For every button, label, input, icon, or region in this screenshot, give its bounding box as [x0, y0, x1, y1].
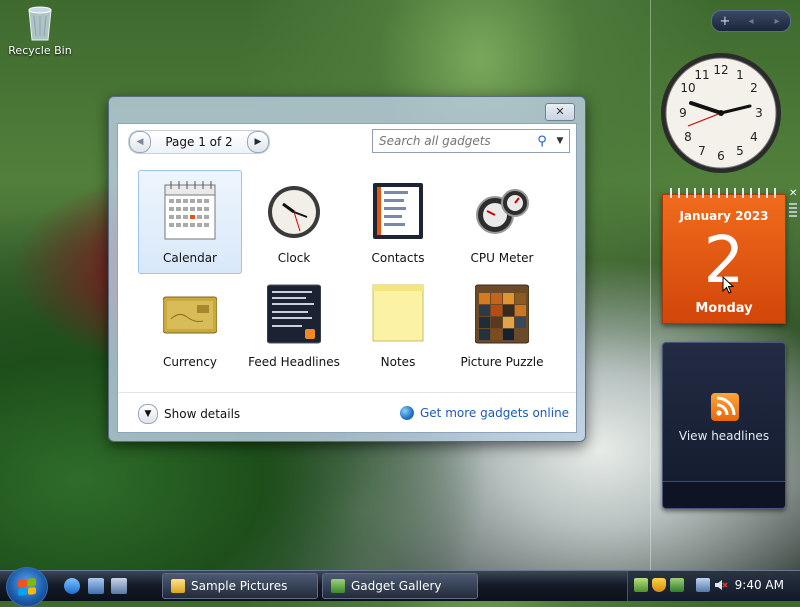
taskbar-button-gadget-gallery[interactable]: Gadget Gallery [322, 573, 478, 599]
svg-text:12: 12 [713, 63, 728, 77]
feed-footer [663, 481, 785, 508]
show-details-button[interactable]: ▼ Show details [138, 404, 240, 424]
clock-gadget-icon [267, 179, 321, 241]
notes-gadget-icon [371, 283, 425, 345]
gadget-tile-contacts[interactable]: Contacts [346, 170, 450, 274]
gadget-name: Picture Puzzle [460, 355, 544, 369]
gadget-gallery-icon [331, 579, 345, 593]
windows-logo-icon [18, 578, 36, 596]
contacts-gadget-icon [371, 179, 425, 241]
feed-headlines-gadget-icon [266, 283, 322, 345]
search-box: ⚲ ▼ [372, 129, 570, 153]
svg-text:5: 5 [736, 144, 744, 158]
analog-clock-icon: 12 12 345 678 91011 [661, 53, 781, 173]
volume-muted-icon[interactable] [714, 578, 728, 592]
search-input[interactable] [377, 133, 533, 149]
chevron-down-icon[interactable]: ▼ [551, 136, 569, 146]
gadget-name: Clock [277, 251, 311, 265]
picture-puzzle-gadget-icon [474, 283, 530, 345]
calendar-month-year: January 2023 [679, 209, 769, 223]
feed-headlines-gadget[interactable]: View headlines [662, 342, 786, 509]
gadget-tile-picture-puzzle[interactable]: Picture Puzzle [450, 274, 554, 378]
close-icon[interactable]: ✕ [789, 189, 799, 199]
internet-explorer-icon[interactable] [64, 578, 80, 594]
gadget-gallery-window: ✕ ◀ Page 1 of 2 ▶ ⚲ ▼ [108, 96, 586, 442]
taskbar-button-sample-pictures[interactable]: Sample Pictures [162, 573, 318, 599]
system-tray: 9:40 AM [627, 571, 800, 601]
sidebar-controls: + ◂ ▸ [711, 10, 791, 32]
gadget-grid: Calendar Clock Contacts CPU Meter Curren… [138, 170, 562, 374]
svg-text:1: 1 [736, 68, 744, 82]
gadget-tile-calendar[interactable]: Calendar [138, 170, 242, 274]
svg-text:2: 2 [750, 81, 758, 95]
security-shield-icon[interactable] [652, 578, 666, 592]
svg-text:7: 7 [698, 144, 706, 158]
calendar-gadget-icon [163, 179, 217, 241]
show-details-label: Show details [164, 407, 241, 421]
show-desktop-icon[interactable] [88, 578, 104, 594]
clock-time[interactable]: 9:40 AM [735, 578, 784, 592]
switch-windows-icon[interactable] [111, 578, 127, 594]
gadget-name: Calendar [163, 251, 217, 265]
currency-gadget-icon [162, 283, 218, 345]
svg-text:3: 3 [755, 106, 763, 120]
network-icon[interactable] [696, 578, 710, 592]
gadget-tile-notes[interactable]: Notes [346, 274, 450, 378]
gadget-tile-feed-headlines[interactable]: Feed Headlines [242, 274, 346, 378]
get-more-gadgets-link[interactable]: Get more gadgets online [400, 406, 569, 420]
get-more-gadgets-label: Get more gadgets online [420, 406, 570, 420]
calendar-weekday: Monday [695, 301, 753, 316]
next-gadget-page-button[interactable]: ▸ [764, 16, 790, 27]
gadget-name: Contacts [371, 251, 425, 265]
cpu-meter-gadget-icon [475, 179, 529, 241]
gallery-content: ◀ Page 1 of 2 ▶ ⚲ ▼ [117, 123, 577, 433]
gadget-name: Currency [162, 355, 218, 369]
clock-gadget[interactable]: 12 1 2 345 678 9 10 11 [658, 50, 784, 176]
footer-divider [118, 392, 576, 393]
previous-gadget-page-button[interactable]: ◂ [738, 16, 764, 27]
next-page-button[interactable]: ▶ [247, 131, 269, 153]
svg-text:9: 9 [679, 106, 687, 120]
taskbar-button-label: Sample Pictures [191, 579, 288, 593]
taskbar-button-label: Gadget Gallery [351, 579, 442, 593]
recycle-bin-label: Recycle Bin [8, 44, 72, 57]
gadget-name: Notes [380, 355, 416, 369]
rss-icon [711, 393, 739, 421]
svg-text:10: 10 [680, 81, 695, 95]
sidebar-edge [650, 0, 651, 570]
page-navigator: ◀ Page 1 of 2 ▶ [128, 130, 270, 154]
close-window-button[interactable]: ✕ [545, 103, 575, 121]
recycle-bin-icon [25, 4, 55, 42]
recycle-bin[interactable]: Recycle Bin [8, 4, 72, 57]
svg-text:6: 6 [717, 149, 725, 163]
view-headlines-label[interactable]: View headlines [663, 429, 785, 443]
gadget-name: Feed Headlines [248, 355, 340, 369]
add-gadget-button[interactable]: + [712, 14, 738, 29]
gadget-tile-currency[interactable]: Currency [138, 274, 242, 378]
previous-page-button[interactable]: ◀ [129, 131, 151, 153]
gadget-name: CPU Meter [470, 251, 534, 265]
globe-icon [400, 406, 414, 420]
gadget-tray-icon[interactable] [670, 578, 684, 592]
svg-text:11: 11 [694, 68, 709, 82]
search-icon[interactable]: ⚲ [533, 134, 551, 149]
svg-text:4: 4 [750, 130, 758, 144]
start-button[interactable] [6, 567, 48, 607]
chevron-down-icon: ▼ [138, 404, 158, 424]
mouse-pointer-icon [722, 276, 734, 294]
drag-handle-icon[interactable] [789, 203, 797, 217]
gadget-tile-clock[interactable]: Clock [242, 170, 346, 274]
calendar-rings [667, 188, 781, 198]
gadget-tile-cpu-meter[interactable]: CPU Meter [450, 170, 554, 274]
network-status-icon[interactable] [634, 578, 648, 592]
calendar-gadget[interactable]: January 2023 2 Monday [662, 188, 786, 324]
taskbar: Sample Pictures Gadget Gallery 9:40 AM [0, 567, 800, 607]
page-indicator: Page 1 of 2 [165, 135, 233, 149]
folder-icon [171, 579, 185, 593]
svg-text:8: 8 [684, 130, 692, 144]
